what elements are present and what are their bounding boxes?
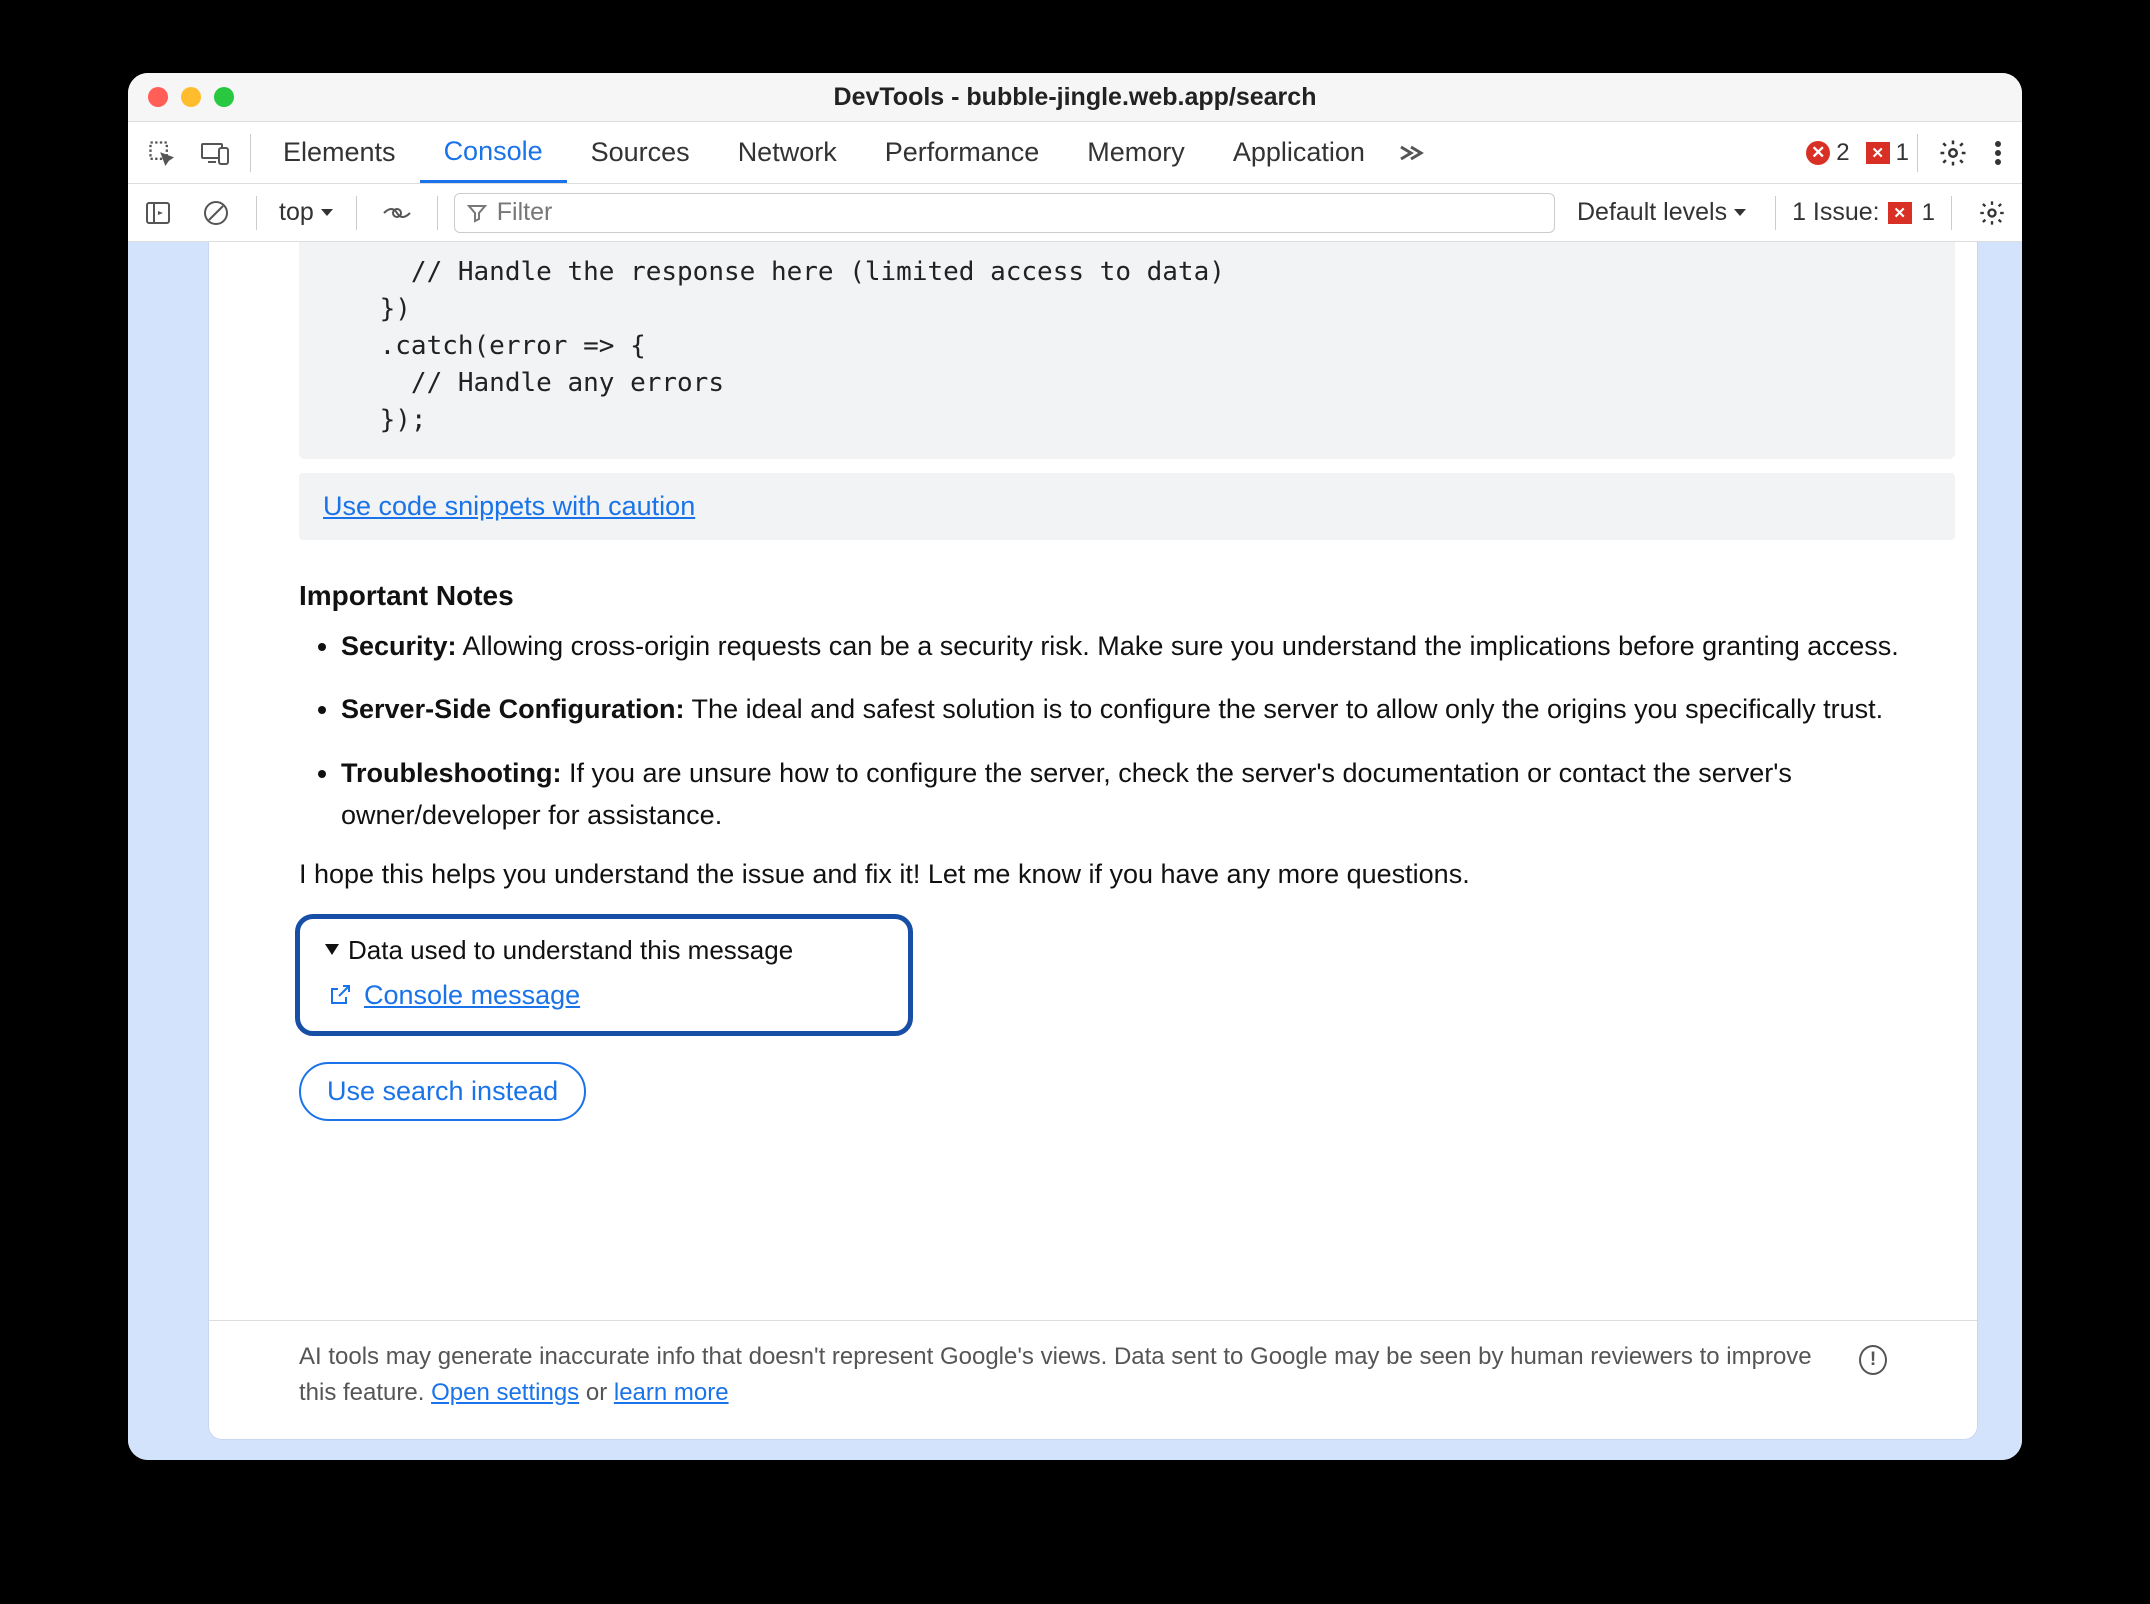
chevron-down-icon (1733, 208, 1747, 218)
note-text: The ideal and safest solution is to conf… (685, 694, 1884, 724)
use-search-label: Use search instead (327, 1076, 558, 1107)
inspect-icon[interactable] (134, 126, 188, 180)
note-label: Server-Side Configuration: (341, 694, 685, 724)
errors-badge[interactable]: ✕ 2 (1806, 139, 1849, 167)
filter-placeholder: Filter (497, 198, 553, 227)
caution-banner: Use code snippets with caution (299, 473, 1955, 540)
code-snippet: // Handle the response here (limited acc… (299, 242, 1955, 459)
titlebar: DevTools - bubble-jingle.web.app/search (128, 73, 2022, 122)
filter-icon (467, 203, 487, 223)
tab-elements[interactable]: Elements (259, 123, 420, 183)
note-text: Allowing cross-origin requests can be a … (457, 631, 1899, 661)
minimize-icon[interactable] (181, 87, 201, 107)
separator (437, 196, 438, 230)
caution-link[interactable]: Use code snippets with caution (323, 491, 695, 521)
list-item: Security: Allowing cross-origin requests… (341, 626, 1937, 668)
traffic-lights (148, 87, 234, 107)
notes-heading: Important Notes (299, 580, 1977, 612)
separator (356, 196, 357, 230)
separator (250, 134, 251, 172)
filter-input[interactable]: Filter (454, 193, 1555, 233)
more-tabs-icon[interactable] (1389, 126, 1433, 180)
triangle-down-icon (324, 943, 340, 957)
tab-console[interactable]: Console (420, 123, 567, 183)
issue-count: 1 (1922, 199, 1935, 227)
clear-console-icon[interactable] (192, 189, 240, 237)
list-item: Troubleshooting: If you are unsure how t… (341, 753, 1937, 837)
log-levels-selector[interactable]: Default levels (1577, 198, 1747, 227)
window-title: DevTools - bubble-jingle.web.app/search (128, 83, 2022, 112)
sources-highlight: Data used to understand this message Con… (295, 914, 913, 1036)
maximize-icon[interactable] (214, 87, 234, 107)
console-message-row: Console message (328, 980, 884, 1011)
separator (256, 196, 257, 230)
separator (1951, 196, 1952, 230)
list-item: Server-Side Configuration: The ideal and… (341, 689, 1937, 731)
flag-icon: ✕ (1888, 202, 1912, 224)
tab-performance[interactable]: Performance (861, 123, 1064, 183)
note-label: Security: (341, 631, 457, 661)
errors-count: 2 (1836, 139, 1849, 167)
disclaimer-or: or (579, 1379, 614, 1406)
issue-label: 1 Issue: (1792, 198, 1880, 227)
chevron-down-icon (320, 208, 334, 218)
disclaimer-text: AI tools may generate inaccurate info th… (299, 1339, 1819, 1411)
device-toolbar-icon[interactable] (188, 126, 242, 180)
live-expression-icon[interactable] (373, 189, 421, 237)
console-content-area: // Handle the response here (limited acc… (128, 242, 2022, 1460)
tab-memory[interactable]: Memory (1063, 123, 1209, 183)
console-message-link[interactable]: Console message (364, 980, 580, 1011)
settings-icon[interactable] (1926, 126, 1980, 180)
flag-icon: ✕ (1866, 142, 1890, 164)
notes-list: Security: Allowing cross-origin requests… (321, 626, 1937, 837)
footer-disclaimer: AI tools may generate inaccurate info th… (209, 1320, 1977, 1439)
closing-text: I hope this helps you understand the iss… (299, 859, 1937, 890)
context-selector[interactable]: top (273, 198, 340, 227)
separator (1917, 134, 1918, 172)
sidebar-toggle-icon[interactable] (134, 189, 182, 237)
levels-label: Default levels (1577, 198, 1727, 227)
use-search-button[interactable]: Use search instead (299, 1062, 586, 1121)
main-tabs: Elements Console Sources Network Perform… (128, 122, 2022, 184)
separator (1775, 196, 1776, 230)
flag-badge[interactable]: ✕ 1 (1866, 139, 1909, 167)
tab-application[interactable]: Application (1209, 123, 1389, 183)
note-label: Troubleshooting: (341, 758, 561, 788)
open-settings-link[interactable]: Open settings (431, 1379, 579, 1406)
issues-indicator[interactable]: 1 Issue: ✕ 1 (1792, 198, 1935, 227)
devtools-window: DevTools - bubble-jingle.web.app/search … (128, 73, 2022, 1460)
context-label: top (279, 198, 314, 227)
console-toolbar: top Filter Default levels 1 Issue: ✕ 1 (128, 184, 2022, 242)
disclosure-label: Data used to understand this message (348, 935, 793, 966)
error-icon: ✕ (1806, 141, 1830, 165)
open-external-icon (328, 983, 352, 1007)
kebab-menu-icon[interactable] (1980, 126, 2016, 180)
data-disclosure[interactable]: Data used to understand this message (324, 935, 884, 966)
close-icon[interactable] (148, 87, 168, 107)
tab-network[interactable]: Network (714, 123, 861, 183)
flag-count: 1 (1896, 139, 1909, 167)
learn-more-link[interactable]: learn more (614, 1379, 729, 1406)
console-settings-icon[interactable] (1968, 189, 2016, 237)
insight-panel: // Handle the response here (limited acc… (208, 242, 1978, 1440)
warning-icon[interactable]: ! (1859, 1345, 1887, 1375)
tab-sources[interactable]: Sources (567, 123, 714, 183)
